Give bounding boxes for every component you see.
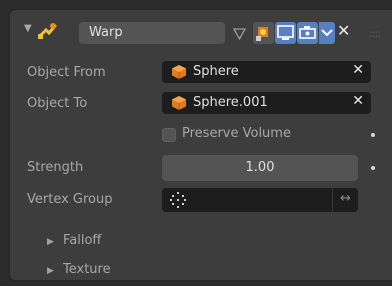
camera-icon bbox=[299, 26, 316, 39]
vertex-group-label: Vertex Group bbox=[27, 192, 113, 207]
modifier-panel: ▼ Warp ✕:::: Object From Sphere ✕ Objec… bbox=[10, 10, 392, 280]
animate-property-icon[interactable] bbox=[371, 133, 375, 137]
warp-modifier-icon bbox=[38, 23, 57, 39]
strength-label: Strength bbox=[27, 160, 84, 175]
object-to-label: Object To bbox=[27, 96, 88, 111]
falloff-expand-arrow-icon[interactable]: ▶ bbox=[47, 237, 54, 247]
texture-expand-arrow-icon[interactable]: ▶ bbox=[47, 266, 54, 276]
dropdown-chevron-icon bbox=[321, 29, 333, 37]
clear-object-from-icon[interactable]: ✕ bbox=[352, 62, 364, 78]
texture-subpanel-header[interactable]: Texture bbox=[63, 262, 111, 277]
more-options-button[interactable] bbox=[319, 22, 335, 44]
falloff-subpanel-header[interactable]: Falloff bbox=[63, 233, 101, 248]
animate-property-icon[interactable] bbox=[371, 166, 375, 170]
strength-field[interactable]: 1.00 bbox=[162, 155, 358, 181]
vertex-group-icon bbox=[170, 192, 186, 208]
object-from-field[interactable]: Sphere ✕ bbox=[162, 61, 371, 83]
editmode-cage-button[interactable] bbox=[253, 22, 274, 44]
object-cube-icon bbox=[172, 65, 186, 79]
clear-object-to-icon[interactable]: ✕ bbox=[352, 93, 364, 109]
editmode-icon bbox=[256, 27, 268, 41]
vertex-filter-icon bbox=[232, 28, 247, 41]
object-cube-icon bbox=[172, 96, 186, 110]
preserve-volume-label[interactable]: Preserve Volume bbox=[182, 126, 291, 141]
vertex-filter-button[interactable] bbox=[229, 22, 250, 44]
close-icon[interactable]: ✕ bbox=[337, 21, 350, 40]
invert-vertex-group-button[interactable]: ↔ bbox=[332, 188, 358, 212]
vertex-group-field[interactable] bbox=[162, 188, 332, 212]
swap-arrows-icon: ↔ bbox=[340, 191, 351, 206]
object-to-field[interactable]: Sphere.001 ✕ bbox=[162, 92, 371, 114]
show-in-viewport-button[interactable] bbox=[275, 22, 296, 44]
preserve-volume-checkbox[interactable] bbox=[162, 128, 176, 142]
object-to-value: Sphere.001 bbox=[193, 95, 268, 110]
show-in-render-button[interactable] bbox=[297, 22, 318, 44]
collapse-arrow-icon[interactable]: ▼ bbox=[24, 23, 32, 34]
modifier-name-field[interactable]: Warp bbox=[79, 22, 225, 44]
modifier-header: ▼ Warp ✕:::: bbox=[10, 10, 392, 52]
drag-grip-icon[interactable]: :::: bbox=[369, 27, 381, 40]
monitor-icon bbox=[277, 25, 294, 40]
object-from-label: Object From bbox=[27, 65, 106, 80]
object-from-value: Sphere bbox=[193, 64, 239, 79]
